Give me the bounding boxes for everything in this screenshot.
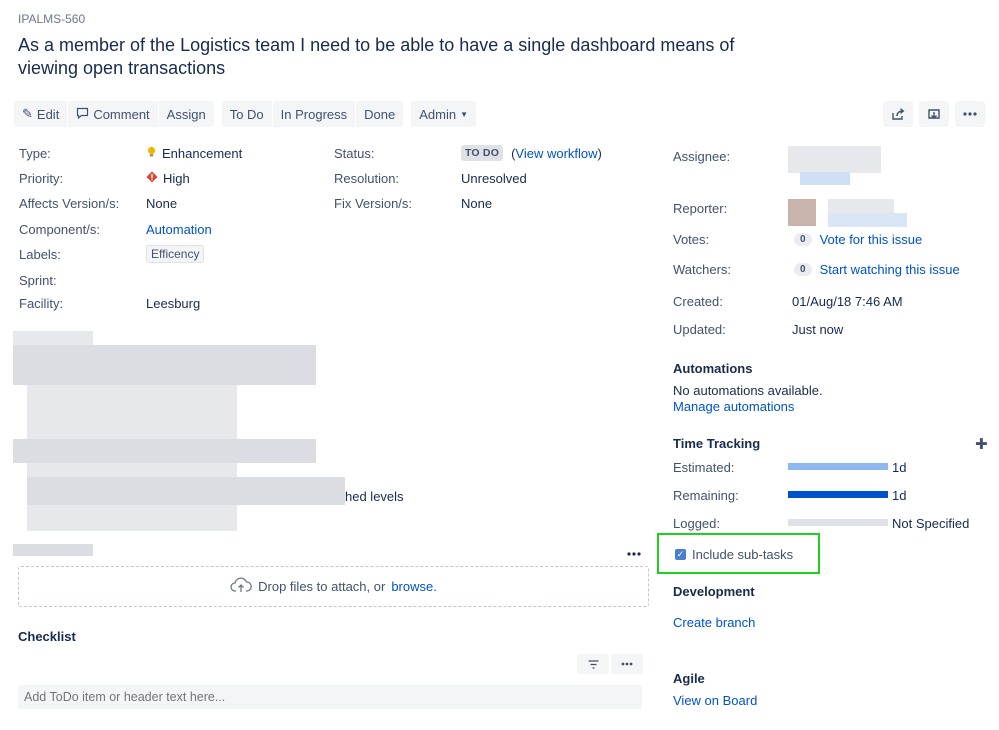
updated-value: Just now xyxy=(792,322,844,337)
chevron-down-icon: ▼ xyxy=(460,109,469,119)
reporter-label: Reporter: xyxy=(673,201,728,216)
workflow-paren-close: ) xyxy=(597,145,602,161)
priority-value: High xyxy=(146,171,190,186)
affects-version-value: None xyxy=(146,196,178,211)
assignee-label: Assignee: xyxy=(673,149,731,164)
include-subtasks-label: Include sub-tasks xyxy=(692,547,794,562)
export-icon[interactable] xyxy=(919,101,949,127)
components-label: Component/s: xyxy=(19,222,100,237)
status-value: TO DO (View workflow) xyxy=(461,145,602,161)
watchers-value: 0 Start watching this issue xyxy=(794,262,960,277)
votes-label: Votes: xyxy=(673,232,710,247)
issue-key[interactable]: IPALMS-560 xyxy=(18,12,85,26)
in-progress-button[interactable]: In Progress xyxy=(272,101,356,127)
watchers-label: Watchers: xyxy=(673,262,732,277)
issue-toolbar: ✎ Edit Comment Assign To Do In Progress … xyxy=(14,101,484,127)
lightbulb-icon xyxy=(146,146,157,161)
fix-version-value: None xyxy=(461,196,493,211)
attachments-more-icon[interactable] xyxy=(627,544,641,559)
include-subtasks-row[interactable]: ✓ Include sub-tasks xyxy=(675,547,793,562)
created-value: 01/Aug/18 7:46 AM xyxy=(792,294,903,309)
comment-button[interactable]: Comment xyxy=(68,101,158,127)
remaining-label: Remaining: xyxy=(673,488,739,503)
logged-bar xyxy=(788,519,888,526)
more-icon[interactable] xyxy=(955,101,985,127)
affects-version-label: Affects Version/s: xyxy=(19,196,120,211)
view-workflow-link[interactable]: View workflow xyxy=(515,146,597,161)
vote-link[interactable]: Vote for this issue xyxy=(820,232,923,247)
facility-label: Facility: xyxy=(19,296,64,311)
label-chip[interactable]: Efficency xyxy=(146,245,205,263)
priority-high-icon xyxy=(146,171,158,186)
attachment-dropzone[interactable]: Drop files to attach, or browse. xyxy=(18,566,649,607)
resolution-label: Resolution: xyxy=(334,171,400,186)
labels-label: Labels: xyxy=(19,247,61,262)
plus-icon[interactable]: ✚ xyxy=(975,435,988,453)
manage-automations-link[interactable]: Manage automations xyxy=(673,399,794,414)
filter-icon[interactable] xyxy=(577,654,609,674)
remaining-bar xyxy=(788,491,888,498)
updated-label: Updated: xyxy=(673,322,726,337)
description-fragment: hed levels xyxy=(345,489,404,504)
component-link[interactable]: Automation xyxy=(146,222,212,237)
share-icon[interactable] xyxy=(883,101,913,127)
browse-link[interactable]: browse. xyxy=(391,579,437,594)
checklist-add-input[interactable] xyxy=(18,685,642,709)
edit-label: Edit xyxy=(36,106,60,122)
include-subtasks-checkbox[interactable]: ✓ xyxy=(675,549,686,560)
created-label: Created: xyxy=(673,294,723,309)
type-text: Enhancement xyxy=(162,146,243,161)
development-heading: Development xyxy=(673,584,755,599)
checklist-heading: Checklist xyxy=(18,629,76,644)
type-label: Type: xyxy=(19,146,51,161)
done-button[interactable]: Done xyxy=(356,101,404,127)
estimated-label: Estimated: xyxy=(673,460,735,475)
facility-value: Leesburg xyxy=(146,296,201,311)
status-lozenge: TO DO xyxy=(461,145,504,161)
pencil-icon: ✎ xyxy=(22,106,33,121)
cloud-upload-icon xyxy=(230,577,253,596)
sprint-label: Sprint: xyxy=(19,273,57,288)
right-toolbar xyxy=(883,101,985,127)
votes-value: 0 Vote for this issue xyxy=(794,232,922,247)
todo-button[interactable]: To Do xyxy=(221,101,272,127)
type-value: Enhancement xyxy=(146,146,242,161)
issue-title[interactable]: As a member of the Logistics team I need… xyxy=(18,34,778,80)
priority-label: Priority: xyxy=(19,171,64,186)
estimated-value: 1d xyxy=(892,460,907,475)
watch-link[interactable]: Start watching this issue xyxy=(820,262,960,277)
edit-group: ✎ Edit Comment Assign xyxy=(14,101,214,127)
admin-dropdown[interactable]: Admin ▼ xyxy=(411,101,477,127)
automations-none: No automations available. xyxy=(673,383,823,398)
remaining-bar-fill xyxy=(788,491,888,498)
edit-button[interactable]: ✎ Edit xyxy=(14,101,68,127)
remaining-value: 1d xyxy=(892,488,907,503)
priority-text: High xyxy=(163,171,190,186)
admin-group: Admin ▼ xyxy=(411,101,477,127)
admin-label: Admin xyxy=(419,106,457,122)
comment-icon xyxy=(76,107,89,122)
assign-button[interactable]: Assign xyxy=(158,101,214,127)
view-on-board-link[interactable]: View on Board xyxy=(673,693,757,708)
create-branch-link[interactable]: Create branch xyxy=(673,615,755,630)
watchers-count: 0 xyxy=(794,263,812,276)
agile-heading: Agile xyxy=(673,671,705,686)
estimated-bar xyxy=(788,463,888,470)
logged-value: Not Specified xyxy=(892,516,970,531)
comment-label: Comment xyxy=(93,106,150,122)
automations-heading: Automations xyxy=(673,361,753,376)
time-tracking-heading: Time Tracking xyxy=(673,436,761,451)
status-label: Status: xyxy=(334,146,375,161)
resolution-value: Unresolved xyxy=(461,171,527,186)
drop-text: Drop files to attach, or xyxy=(258,579,386,594)
workflow-group: To Do In Progress Done xyxy=(221,101,404,127)
estimated-bar-fill xyxy=(788,463,888,470)
fix-version-label: Fix Version/s: xyxy=(334,196,413,211)
checklist-more-icon[interactable] xyxy=(611,654,643,674)
logged-label: Logged: xyxy=(673,516,720,531)
votes-count: 0 xyxy=(794,233,812,246)
